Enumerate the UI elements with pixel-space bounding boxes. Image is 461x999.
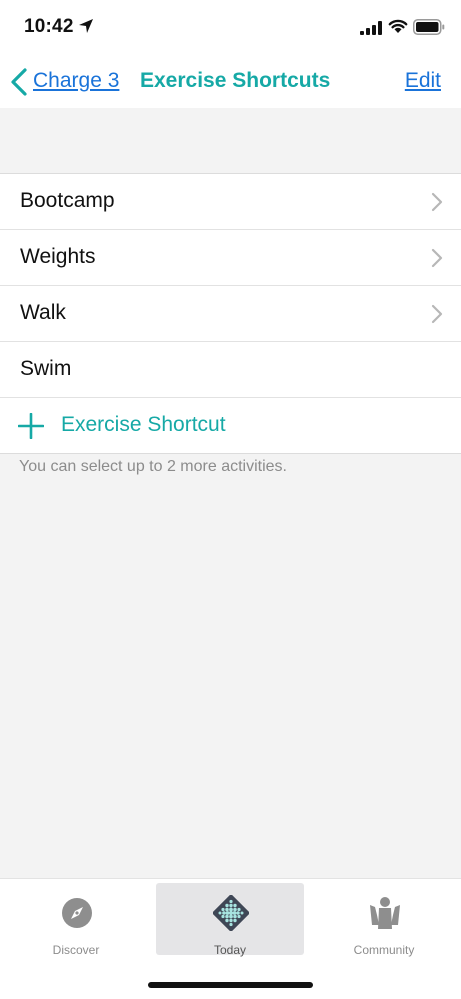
tab-label: Community bbox=[353, 943, 415, 957]
tab-today[interactable]: Today bbox=[156, 883, 304, 957]
tab-bar: Discover Today Community bbox=[0, 878, 461, 999]
tab-community[interactable]: Community bbox=[310, 883, 458, 957]
back-button[interactable]: Charge 3 bbox=[33, 69, 119, 93]
wifi-icon bbox=[388, 19, 408, 33]
list-item-walk[interactable]: Walk bbox=[0, 286, 461, 342]
edit-button[interactable]: Edit bbox=[405, 69, 441, 93]
chevron-right-icon bbox=[431, 304, 443, 324]
location-arrow-icon bbox=[79, 19, 93, 33]
page-title: Exercise Shortcuts bbox=[140, 69, 331, 92]
fitbit-dots-icon bbox=[213, 895, 249, 931]
tab-discover[interactable]: Discover bbox=[2, 883, 150, 957]
add-shortcut-label: Exercise Shortcut bbox=[61, 413, 226, 436]
community-icon bbox=[370, 897, 400, 929]
compass-icon bbox=[62, 898, 92, 928]
list-item-swim[interactable]: Swim bbox=[0, 342, 461, 398]
status-time: 10:42 bbox=[24, 16, 74, 37]
tab-label: Discover bbox=[52, 943, 100, 957]
back-chevron-icon[interactable] bbox=[8, 67, 30, 97]
list-item-label: Walk bbox=[20, 301, 66, 324]
list-item-weights[interactable]: Weights bbox=[0, 230, 461, 286]
list-item-label: Weights bbox=[20, 245, 96, 268]
plus-icon bbox=[18, 413, 44, 439]
chevron-right-icon bbox=[431, 192, 443, 212]
cellular-signal-icon bbox=[360, 21, 382, 35]
tab-label: Today bbox=[213, 943, 247, 957]
battery-icon bbox=[413, 19, 445, 35]
activities-limit-hint: You can select up to 2 more activities. bbox=[19, 458, 287, 475]
list-item-label: Swim bbox=[20, 357, 72, 380]
chevron-right-icon bbox=[431, 248, 443, 268]
home-indicator[interactable] bbox=[148, 982, 313, 988]
navigation-bar: Charge 3 Exercise Shortcuts Edit bbox=[0, 56, 461, 108]
add-exercise-shortcut-button[interactable]: Exercise Shortcut bbox=[0, 398, 461, 454]
list-item-label: Bootcamp bbox=[20, 189, 115, 212]
exercise-shortcut-list: Bootcamp Weights Walk Swim Exercise Shor… bbox=[0, 173, 461, 454]
list-item-bootcamp[interactable]: Bootcamp bbox=[0, 174, 461, 230]
status-bar: 10:42 bbox=[0, 0, 461, 56]
